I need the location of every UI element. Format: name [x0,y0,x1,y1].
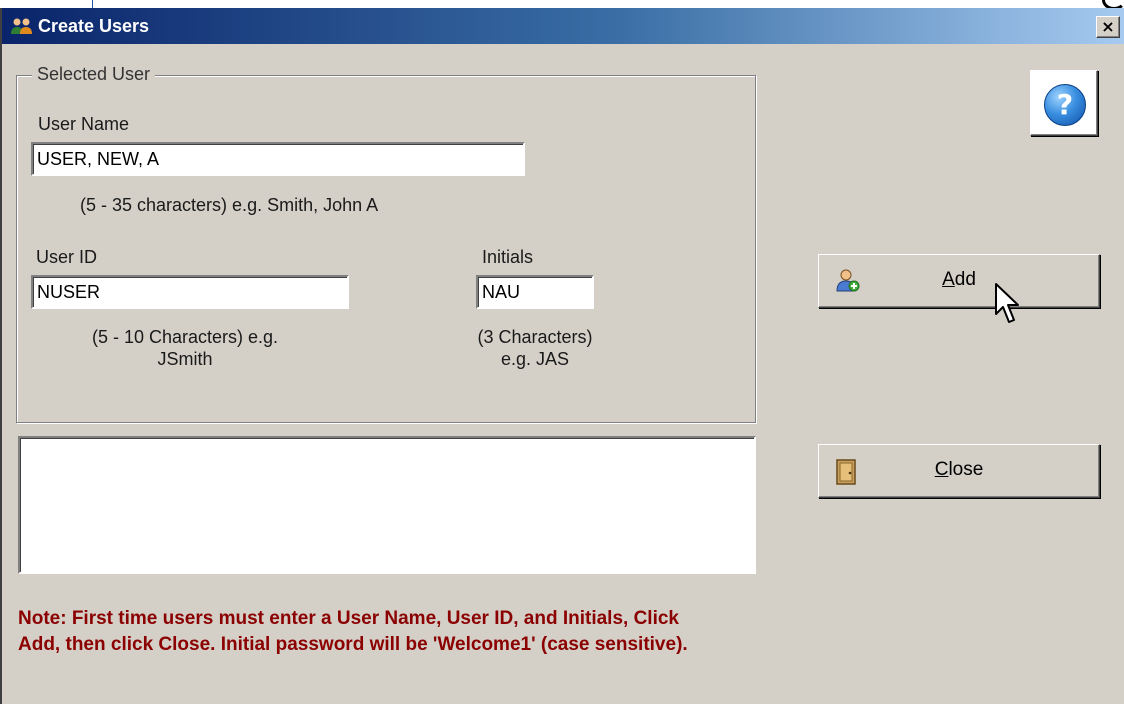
help-button[interactable]: ? [1030,70,1098,136]
window-title: Create Users [38,16,150,36]
user-name-label: User Name [38,114,130,134]
note-line2: Add, then click Close. Initial password … [18,634,688,655]
close-window-button[interactable]: × [1096,16,1120,38]
users-icon [11,18,32,34]
initials-hint-line2: e.g. JAS [500,349,570,369]
user-id-field[interactable] [31,275,349,309]
initials-label: Initials [482,247,534,267]
initials-hint: (3 Characters) e.g. JAS [440,326,630,370]
message-box[interactable] [18,436,756,574]
user-name-hint: (5 - 35 characters) e.g. Smith, John A [80,195,379,215]
user-name-field[interactable] [31,142,525,176]
user-id-hint: (5 - 10 Characters) e.g. JSmith [40,326,330,370]
add-button-label: Add [942,269,976,290]
user-id-hint-line1: (5 - 10 Characters) e.g. [91,327,279,347]
initials-hint-line1: (3 Characters) [477,327,593,347]
add-button[interactable]: Add [818,254,1100,308]
group-legend: Selected User [32,64,156,85]
close-button-label: Close [934,459,984,480]
title-bar[interactable]: Create Users × [2,8,1124,44]
background-divider [92,0,93,8]
mouse-cursor-icon [995,283,1019,323]
help-icon: ? [1044,84,1086,126]
user-id-hint-line2: JSmith [157,349,213,369]
user-id-label: User ID [36,247,98,267]
initials-field[interactable] [476,275,594,309]
note-line1: Note: First time users must enter a User… [18,608,679,629]
background-strip [0,0,1124,10]
close-button[interactable]: Close [818,444,1100,498]
instruction-note: Note: First time users must enter a User… [18,606,1018,658]
